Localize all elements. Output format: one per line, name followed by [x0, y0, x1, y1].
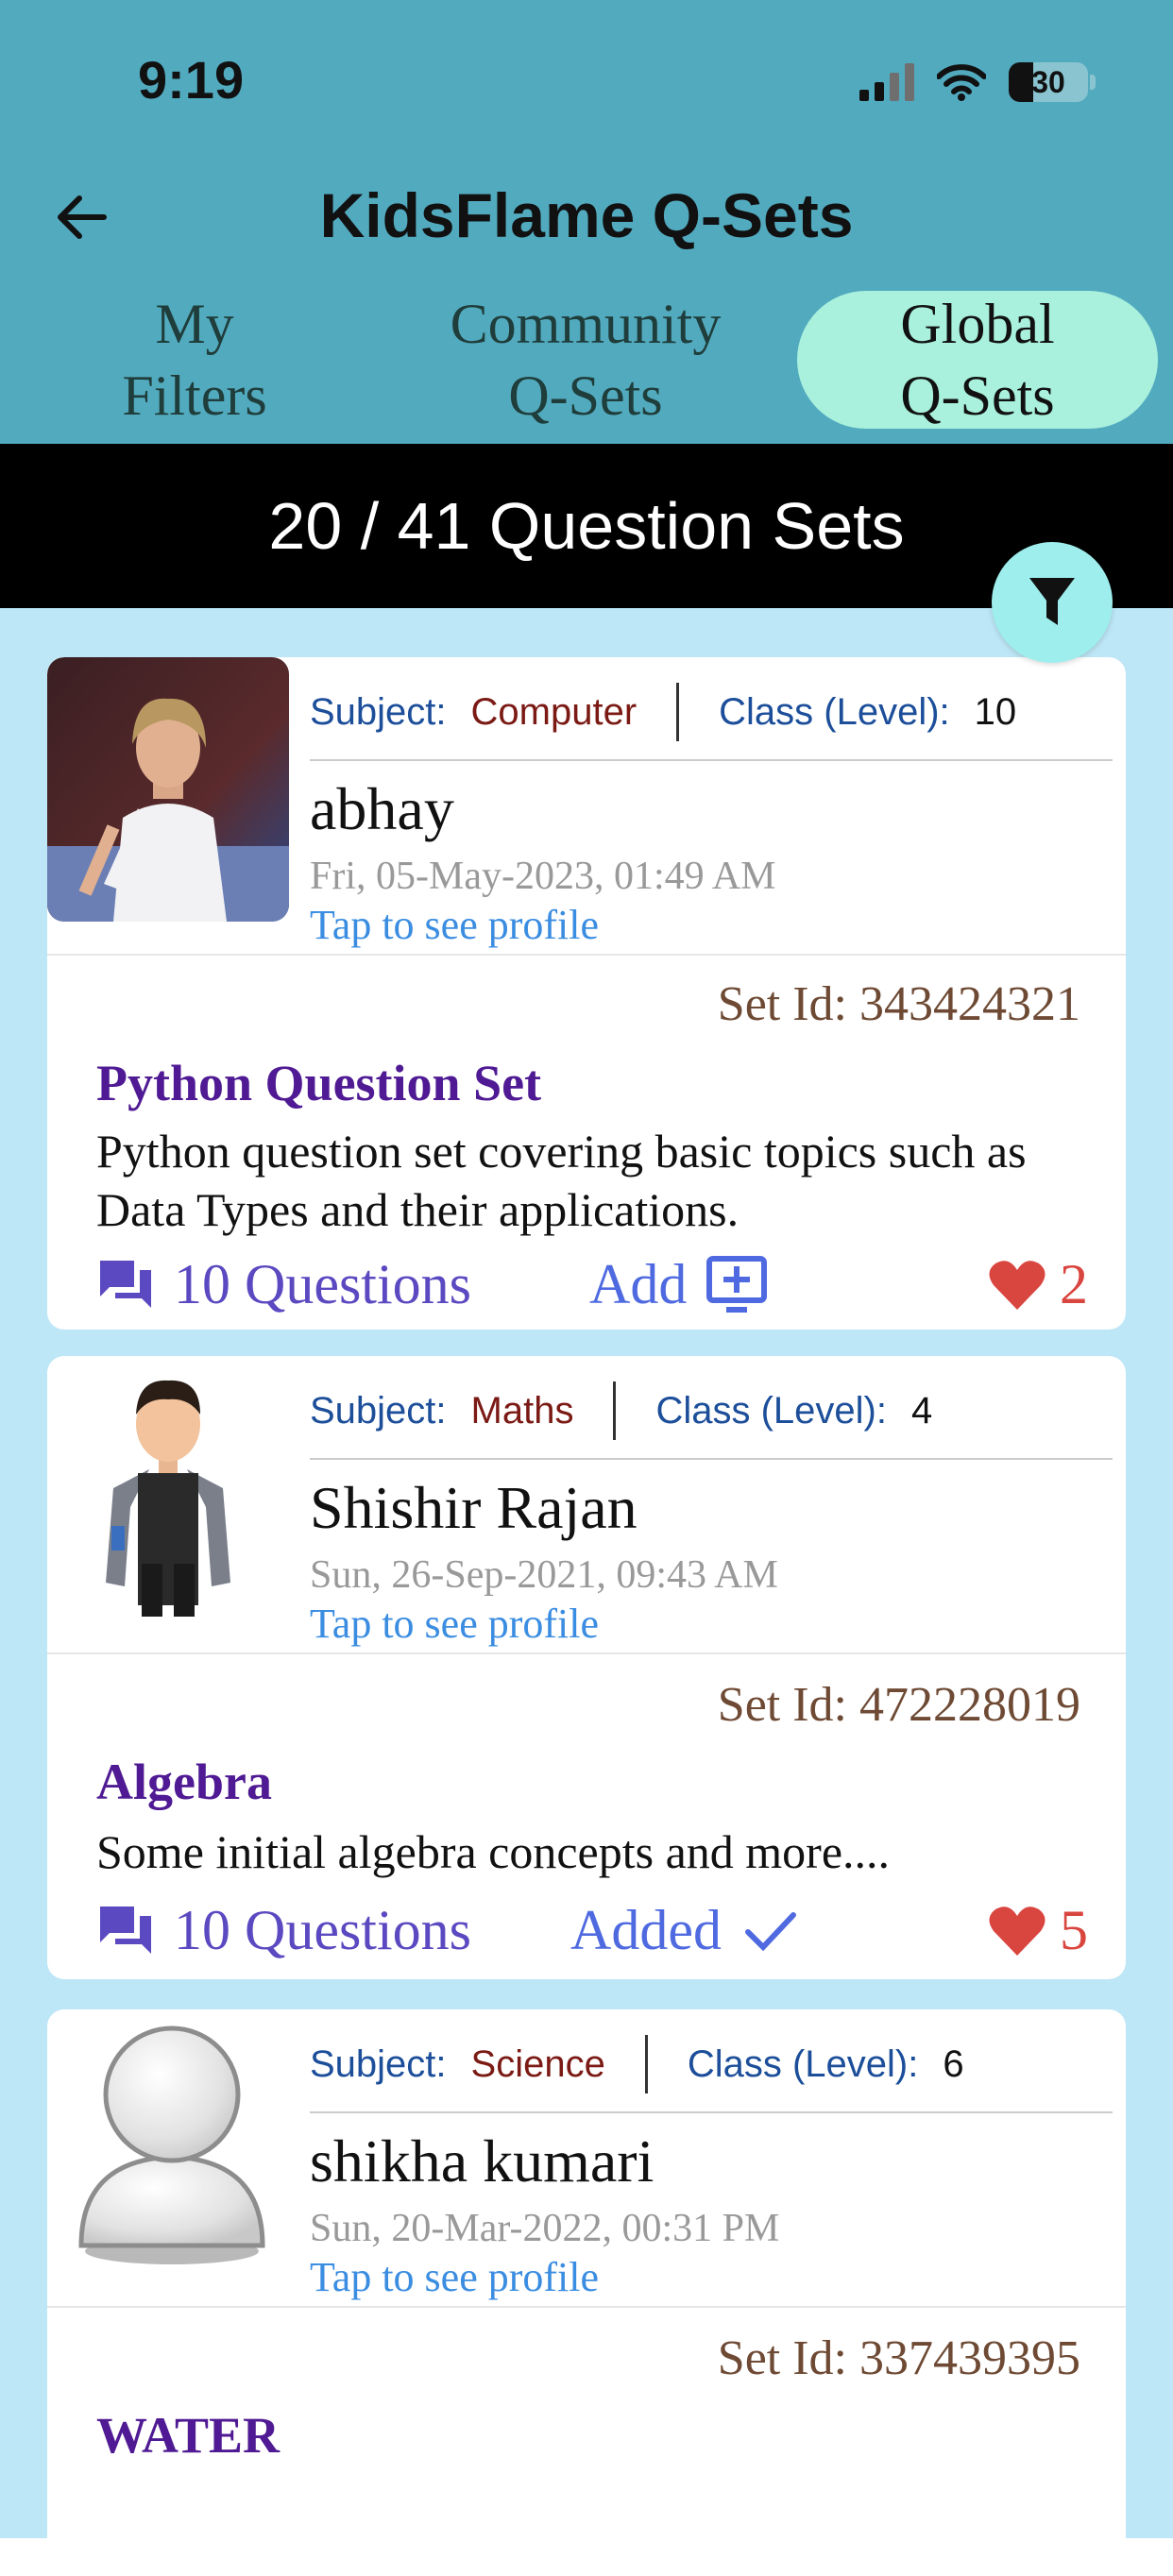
heart-icon — [989, 1260, 1046, 1310]
card-meta: Subject: Science Class (Level): 6 — [310, 2035, 1103, 2093]
questions-count-label: 10 Questions — [174, 1253, 471, 1315]
page-title: KidsFlame Q-Sets — [319, 180, 854, 250]
tab-global-label: Global Q-Sets — [900, 293, 1055, 427]
subject-label: Subject: — [310, 1389, 447, 1432]
author-name: shikha kumari — [310, 2127, 654, 2195]
likes-count: 2 — [1060, 1253, 1088, 1315]
set-id: Set Id: 337439395 — [717, 2331, 1080, 2385]
set-title: Python Question Set — [96, 1055, 542, 1111]
class-level-label: Class (Level): — [687, 2042, 919, 2085]
tab-community-label: Community Q-Sets — [450, 293, 722, 427]
meta-separator — [310, 759, 1113, 761]
battery-level: 30 — [1031, 64, 1065, 99]
card-meta: Subject: Maths Class (Level): 4 — [310, 1381, 1103, 1440]
status-icons: 30 — [859, 59, 1096, 106]
subject-value: Maths — [470, 1389, 574, 1432]
profile-link[interactable]: Tap to see profile — [310, 901, 599, 949]
added-button[interactable]: Added — [570, 1898, 799, 1963]
check-icon — [744, 1911, 796, 1951]
likes-count: 5 — [1060, 1899, 1088, 1961]
avatar[interactable] — [47, 1356, 289, 1620]
tab-my-filters-label: My Filters — [122, 293, 267, 427]
set-description: Some initial algebra concepts and more..… — [96, 1825, 891, 1878]
class-level-value: 6 — [943, 2042, 964, 2085]
tab-bar: My Filters Community Q-Sets Global Q-Set… — [0, 291, 1173, 432]
class-level-label: Class (Level): — [719, 690, 950, 733]
subject-label: Subject: — [310, 690, 447, 733]
question-set-card[interactable]: Subject: Science Class (Level): 6 shikha… — [47, 2009, 1126, 2576]
post-date: Sun, 26-Sep-2021, 09:43 AM — [310, 1553, 778, 1597]
set-description: Python question set covering basic topic… — [96, 1125, 1027, 1236]
subject-value: Science — [470, 2042, 605, 2085]
set-title: WATER — [96, 2407, 280, 2464]
likes[interactable]: 2 — [988, 1252, 1088, 1317]
card-list: Subject: Computer Class (Level): 10 abha… — [0, 608, 1173, 2576]
post-date: Fri, 05-May-2023, 01:49 AM — [310, 855, 776, 898]
author-name: Shishir Rajan — [310, 1474, 638, 1541]
tab-my-filters[interactable]: My Filters — [53, 291, 336, 429]
class-level-label: Class (Level): — [655, 1389, 887, 1432]
avatar[interactable] — [47, 657, 289, 922]
subject-value: Computer — [470, 690, 638, 733]
meta-separator — [310, 2111, 1113, 2113]
tab-global-q-sets[interactable]: Global Q-Sets — [797, 291, 1158, 429]
profile-link[interactable]: Tap to see profile — [310, 1600, 599, 1648]
question-set-card[interactable]: Subject: Computer Class (Level): 10 abha… — [47, 657, 1126, 1330]
meta-separator — [310, 1458, 1113, 1460]
meta-divider — [676, 683, 680, 741]
questions-count[interactable]: 10 Questions — [96, 1252, 471, 1317]
filter-icon — [1029, 578, 1075, 625]
status-time: 9:19 — [138, 50, 245, 110]
app-header: 9:19 30 KidsFlame Q-Sets My Filters Comm… — [0, 0, 1173, 444]
filter-button[interactable] — [992, 542, 1113, 663]
set-id: Set Id: 472228019 — [717, 1678, 1080, 1732]
add-box-icon — [706, 1255, 768, 1313]
add-button[interactable]: Add — [589, 1252, 770, 1317]
class-level-value: 10 — [974, 690, 1017, 733]
add-label: Add — [589, 1253, 688, 1315]
subject-label: Subject: — [310, 2042, 447, 2085]
heart-icon — [989, 1906, 1046, 1956]
tab-community-q-sets[interactable]: Community Q-Sets — [416, 291, 756, 429]
meta-divider — [644, 2035, 648, 2093]
profile-link[interactable]: Tap to see profile — [310, 2253, 599, 2301]
chat-icon — [100, 1906, 151, 1954]
set-id: Set Id: 343424321 — [717, 977, 1080, 1031]
card-footer: 10 Questions Add 2 — [96, 1252, 1088, 1318]
set-title: Algebra — [96, 1754, 272, 1810]
chat-icon — [100, 1260, 151, 1308]
battery-icon: 30 — [1009, 62, 1088, 102]
card-footer: 10 Questions Added 5 — [96, 1898, 1088, 1964]
questions-count[interactable]: 10 Questions — [96, 1898, 471, 1963]
added-label: Added — [570, 1899, 722, 1961]
post-date: Sun, 20-Mar-2022, 00:31 PM — [310, 2207, 780, 2250]
questions-count-label: 10 Questions — [174, 1899, 471, 1961]
author-name: abhay — [310, 775, 454, 842]
wifi-icon — [937, 64, 986, 101]
avatar[interactable] — [47, 2009, 289, 2274]
card-meta: Subject: Computer Class (Level): 10 — [310, 683, 1103, 741]
signal-icon — [859, 63, 914, 101]
question-set-card[interactable]: Subject: Maths Class (Level): 4 Shishir … — [47, 1356, 1126, 1979]
class-level-value: 4 — [910, 1389, 933, 1432]
likes[interactable]: 5 — [988, 1898, 1088, 1963]
meta-divider — [613, 1381, 617, 1440]
